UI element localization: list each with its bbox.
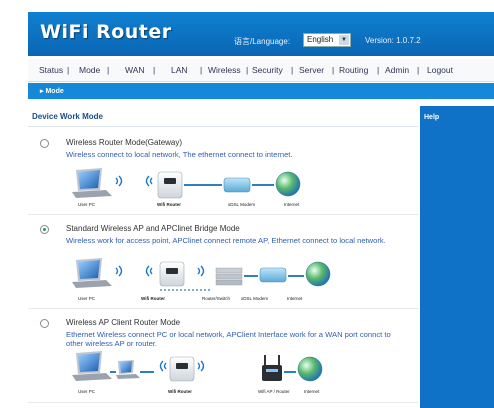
app-header: WiFi Router 语言/Language: English ▼ Versi… — [28, 12, 494, 56]
nav-sep: | — [417, 65, 420, 75]
router-logo: WiFi Router — [40, 21, 172, 43]
option-title: Wireless Router Mode(Gateway) — [66, 138, 183, 147]
link-line — [284, 371, 296, 373]
language-value: English — [307, 35, 334, 44]
globe-icon — [275, 171, 301, 197]
globe-icon — [297, 356, 323, 382]
mode-panel: Device Work Mode Wireless Router Mode(Ga… — [28, 106, 418, 408]
caption-internet: Internet — [284, 202, 300, 207]
nav-sep: | — [377, 65, 380, 75]
nav-status[interactable]: Status — [39, 65, 63, 75]
nav-sep: | — [67, 65, 70, 75]
help-panel: Help — [420, 106, 494, 408]
router-device-icon — [157, 171, 183, 199]
option-description: Ethernet Wireless connect PC or local ne… — [66, 330, 391, 348]
option-divider — [28, 214, 418, 215]
breadcrumb-label: Mode — [45, 88, 64, 95]
link-line — [244, 275, 258, 277]
nav-mode[interactable]: Mode — [79, 65, 100, 75]
caption-wifi-router: Wifi Router — [141, 296, 165, 301]
nav-admin[interactable]: Admin — [385, 65, 409, 75]
nav-wireless[interactable]: Wireless — [208, 65, 241, 75]
option-title: Standard Wireless AP and APClinet Bridge… — [66, 224, 240, 233]
breadcrumb-bar: ▸ Mode — [28, 83, 494, 99]
option-description: Wireless work for access point, APClinet… — [66, 236, 386, 245]
link-line — [184, 184, 222, 186]
option-divider — [28, 308, 418, 309]
language-select[interactable]: English ▼ — [303, 33, 351, 47]
section-divider — [28, 126, 418, 127]
nav-sep: | — [200, 65, 203, 75]
switch-icon — [215, 267, 243, 286]
nav-security[interactable]: Security — [252, 65, 283, 75]
chevron-down-icon[interactable]: ▼ — [339, 35, 349, 45]
router-device-icon — [169, 356, 195, 382]
nav-sep: | — [153, 65, 156, 75]
breadcrumb: ▸ Mode — [40, 88, 64, 95]
nav-sep: | — [246, 65, 249, 75]
caption-wifi-router: Wifi Router — [168, 389, 192, 394]
link-line — [288, 275, 304, 277]
language-label: 语言/Language: — [234, 37, 291, 46]
radio-client-router-mode[interactable] — [40, 319, 49, 328]
caption-xdsl-modem: xDSL Modem — [241, 296, 269, 301]
main-nav: Status | Mode | WAN | LAN | Wireless | S… — [28, 59, 494, 82]
caption-router-switch: Router/Switch — [202, 296, 231, 301]
help-title: Help — [424, 114, 440, 121]
nav-sep: | — [107, 65, 110, 75]
section-title: Device Work Mode — [32, 112, 103, 121]
modem-icon — [223, 177, 251, 193]
caption-xdsl-modem: xDSL Modem — [228, 202, 256, 207]
router-device-icon — [159, 261, 185, 287]
caption-wifi-ap-router: Wifi AP / Router — [258, 389, 290, 394]
modem-icon — [259, 267, 287, 283]
nav-lan[interactable]: LAN — [171, 65, 188, 75]
link-line — [252, 184, 274, 186]
laptop-icon — [72, 258, 112, 288]
caption-internet: Internet — [304, 389, 320, 394]
nav-wan[interactable]: WAN — [125, 65, 145, 75]
caption-internet: Internet — [287, 296, 303, 301]
nav-routing[interactable]: Routing — [339, 65, 368, 75]
laptop-icon — [72, 168, 112, 198]
option-divider — [28, 402, 418, 403]
nav-server[interactable]: Server — [299, 65, 324, 75]
caption-user-pc: User PC — [78, 389, 96, 394]
caption-user-pc: User PC — [78, 202, 96, 207]
link-line — [110, 371, 116, 373]
ap-icon — [262, 355, 282, 381]
laptop-icon — [72, 351, 112, 381]
radio-router-mode[interactable] — [40, 139, 49, 148]
globe-icon — [305, 261, 331, 287]
option-description: Wireless connect to local network, The e… — [66, 150, 293, 159]
client-router-diagram — [72, 351, 323, 382]
link-line — [140, 371, 154, 373]
nav-logout[interactable]: Logout — [427, 65, 453, 75]
wifi-waves-icon — [115, 175, 153, 187]
caption-user-pc: User PC — [78, 296, 96, 301]
option-title: Wireless AP Client Router Mode — [66, 318, 181, 327]
bridge-mode-diagram — [72, 258, 331, 291]
nav-sep: | — [332, 65, 335, 75]
caption-wifi-router: Wifi Router — [157, 202, 181, 207]
radio-ap-bridge-mode[interactable] — [40, 225, 49, 234]
laptop-icon — [116, 360, 140, 379]
nav-sep: | — [291, 65, 294, 75]
firmware-version: Version: 1.0.7.2 — [365, 36, 421, 45]
